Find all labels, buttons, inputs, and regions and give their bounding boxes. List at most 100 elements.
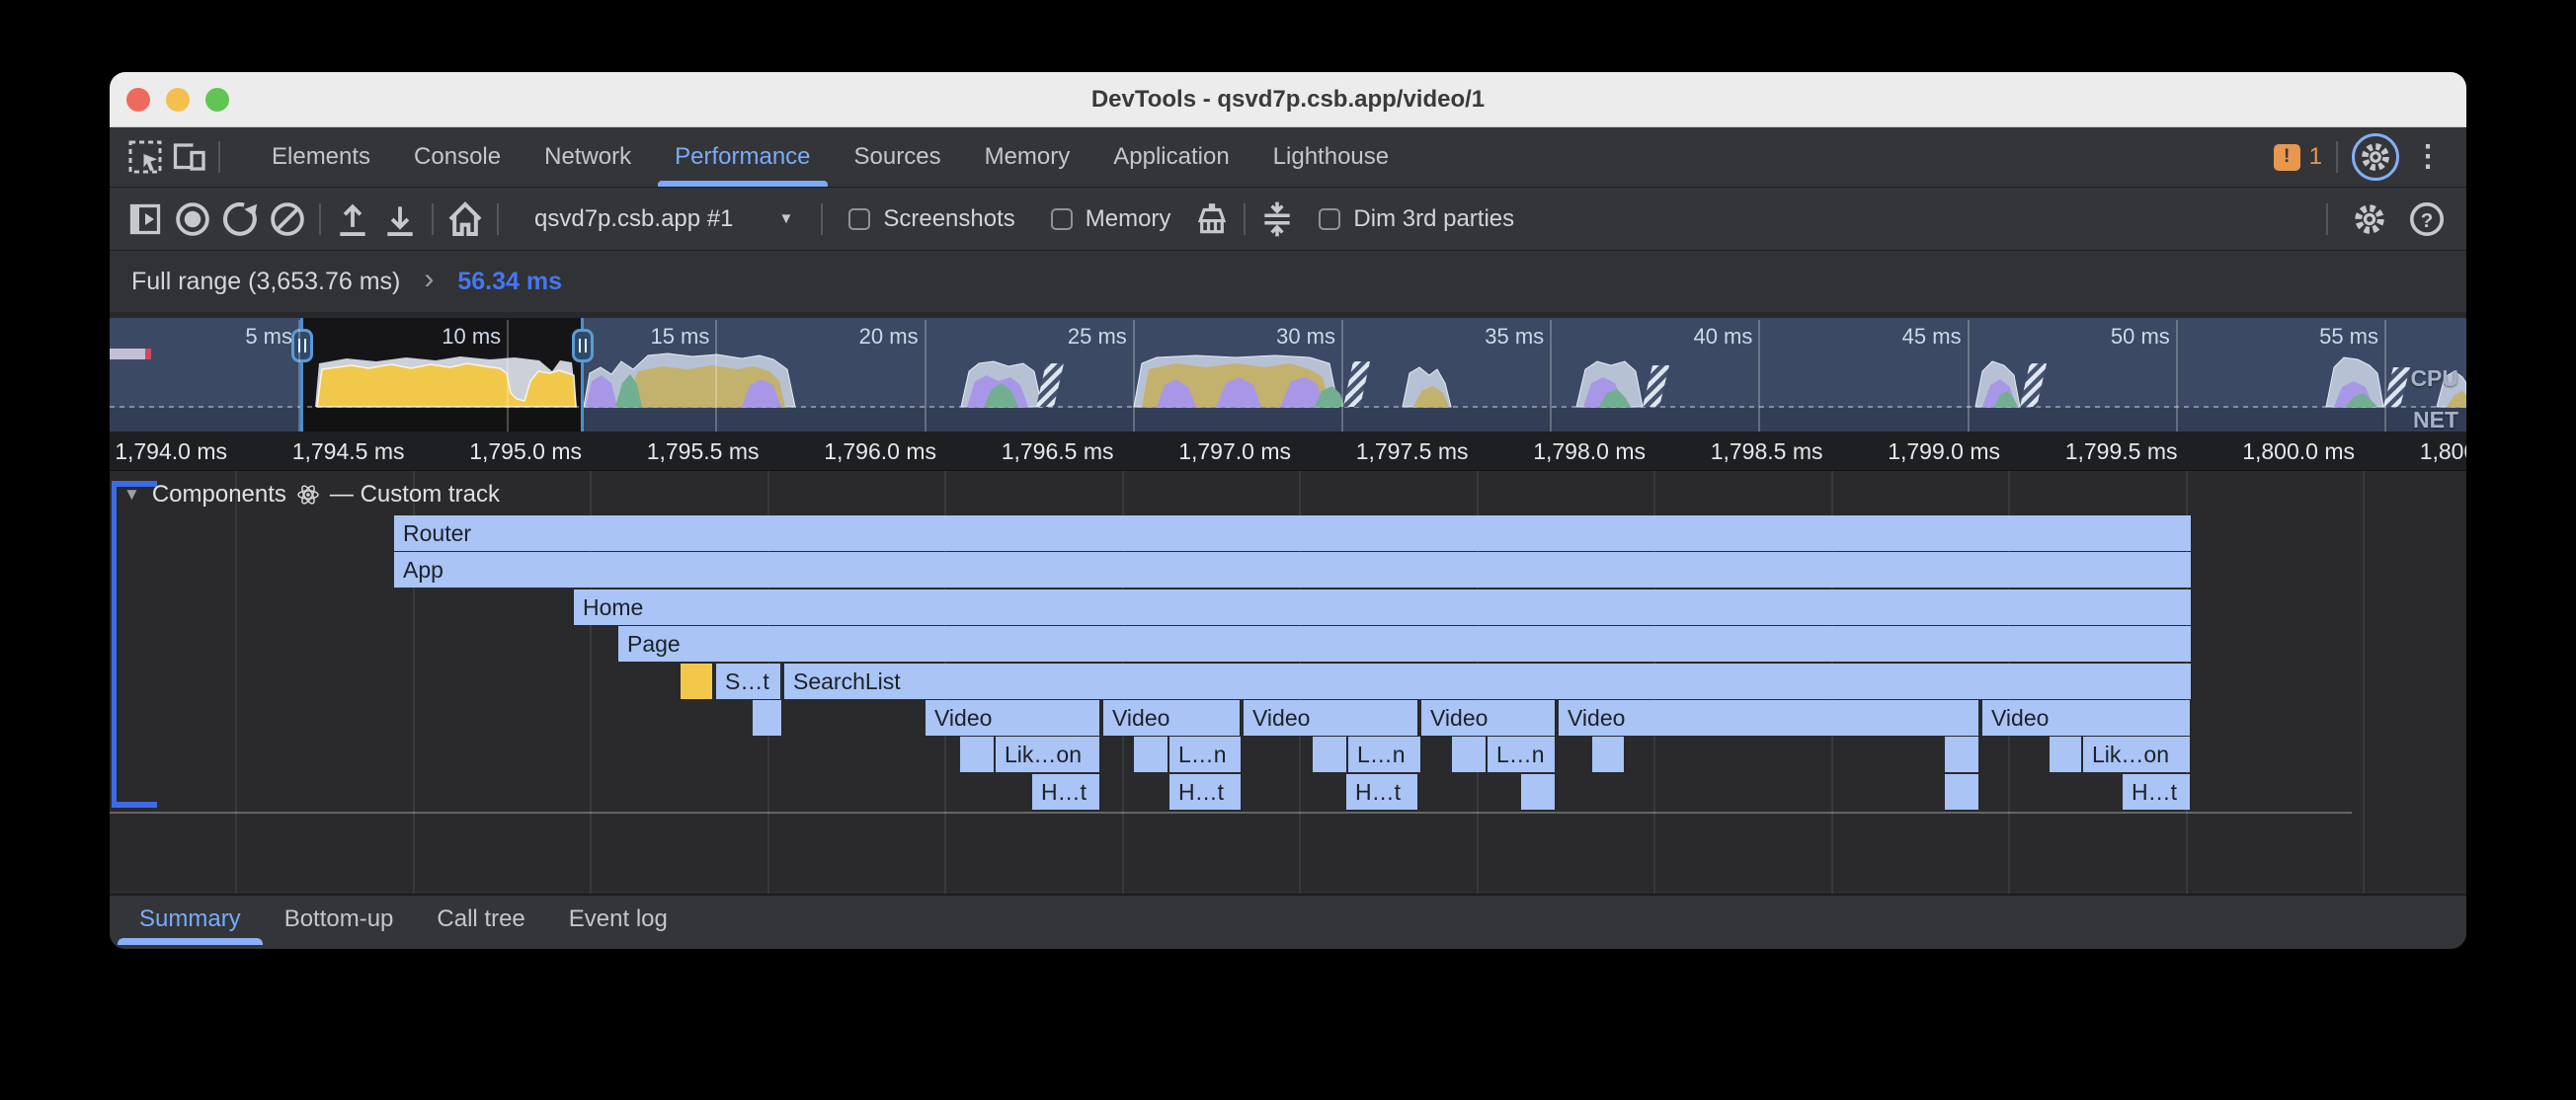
home-icon[interactable] xyxy=(442,196,489,243)
flame-bar-video[interactable]: Video xyxy=(1559,700,1980,736)
time-ruler-label: 1,798.0 ms xyxy=(1478,438,1646,465)
device-toolbar-icon[interactable] xyxy=(167,135,210,179)
flame-bar-l-n[interactable]: L…n xyxy=(1488,737,1557,772)
flame-bar-router[interactable]: Router xyxy=(394,515,2193,551)
cpu-label: CPU xyxy=(2410,365,2458,392)
settings-button[interactable] xyxy=(2352,133,2399,181)
collapse-sections-icon[interactable] xyxy=(1253,196,1301,243)
full-range-crumb[interactable]: Full range (3,653.76 ms) xyxy=(131,268,400,296)
flame-bar-h-t[interactable]: H…t xyxy=(1032,774,1101,810)
memory-checkbox[interactable] xyxy=(1051,208,1073,230)
flame-bar-app[interactable]: App xyxy=(394,552,2193,588)
devtools-window: DevTools - qsvd7p.csb.app/video/1 Elemen… xyxy=(110,72,2466,949)
toggle-sidebar-icon[interactable] xyxy=(121,196,169,243)
download-profile-icon[interactable] xyxy=(376,196,424,243)
tab-memory[interactable]: Memory xyxy=(963,127,1092,187)
close-window-button[interactable] xyxy=(126,88,150,112)
flame-bar-video[interactable]: Video xyxy=(1103,700,1242,736)
minimap-tick-label: 25 ms xyxy=(979,324,1127,350)
flame-bar[interactable] xyxy=(2050,737,2083,772)
time-ruler-label: 1,800.5 ms xyxy=(2365,438,2467,465)
time-ruler-label: 1,794.0 ms xyxy=(110,438,227,465)
flame-bar[interactable] xyxy=(960,737,996,772)
screenshots-toggle[interactable]: Screenshots xyxy=(831,205,1032,233)
flame-bar-video[interactable]: Video xyxy=(1244,700,1419,736)
tab-console[interactable]: Console xyxy=(392,127,523,187)
tab-network[interactable]: Network xyxy=(523,127,653,187)
inspect-element-icon[interactable] xyxy=(123,135,167,179)
bottom-tab-summary[interactable]: Summary xyxy=(118,896,263,943)
bottom-tab-bottom-up[interactable]: Bottom-up xyxy=(263,896,416,943)
screenshots-checkbox[interactable] xyxy=(848,208,870,230)
minimize-window-button[interactable] xyxy=(166,88,190,112)
upload-profile-icon[interactable] xyxy=(329,196,376,243)
help-icon[interactable]: ? xyxy=(2403,196,2451,243)
flame-bar[interactable] xyxy=(1313,737,1348,772)
minimap-tick-label: 35 ms xyxy=(1396,324,1544,350)
minimap-overview[interactable]: CPU NET 5 ms10 ms15 ms20 ms25 ms30 ms35 … xyxy=(110,312,2466,432)
minimap-gridline xyxy=(2176,320,2178,432)
titlebar: DevTools - qsvd7p.csb.app/video/1 xyxy=(110,72,2466,127)
zoom-window-button[interactable] xyxy=(205,88,229,112)
flame-bar[interactable] xyxy=(753,700,783,736)
svg-text:?: ? xyxy=(2421,208,2434,231)
time-ruler[interactable]: 1,794.0 ms1,794.5 ms1,795.0 ms1,795.5 ms… xyxy=(110,432,2466,471)
time-ruler-label: 1,794.5 ms xyxy=(237,438,405,465)
flame-bar[interactable] xyxy=(681,664,714,699)
custom-track-header[interactable]: ▼ Components — Custom track xyxy=(123,481,500,509)
dim-3rd-parties-checkbox[interactable] xyxy=(1319,208,1340,230)
flame-bar-home[interactable]: Home xyxy=(574,589,2193,625)
tab-lighthouse[interactable]: Lighthouse xyxy=(1251,127,1410,187)
minimap-gridline xyxy=(1341,320,1343,432)
network-request-tip xyxy=(145,349,151,359)
memory-toggle[interactable]: Memory xyxy=(1033,205,1189,233)
flame-bar-searchlist[interactable]: SearchList xyxy=(784,664,2193,699)
tab-performance[interactable]: Performance xyxy=(653,127,832,187)
target-selector[interactable]: qsvd7p.csb.app #1 ▼ xyxy=(507,205,813,233)
flame-gridline xyxy=(2363,471,2365,894)
panel-tabbar: ElementsConsoleNetworkPerformanceSources… xyxy=(110,127,2466,188)
flame-bar-video[interactable]: Video xyxy=(1982,700,2192,736)
time-ruler-label: 1,798.5 ms xyxy=(1655,438,1823,465)
flame-bar-lik-on[interactable]: Lik…on xyxy=(2083,737,2192,772)
bottom-tab-event-log[interactable]: Event log xyxy=(547,896,689,943)
expand-triangle-icon[interactable]: ▼ xyxy=(123,485,140,505)
selection-left-handle[interactable] xyxy=(291,329,313,362)
flame-bar-video[interactable]: Video xyxy=(926,700,1101,736)
flame-chart[interactable]: ▼ Components — Custom track RouterAppHom… xyxy=(110,471,2466,894)
flame-bar[interactable] xyxy=(1945,737,1980,772)
flame-bar[interactable] xyxy=(1521,774,1557,810)
flame-bar-page[interactable]: Page xyxy=(618,626,2193,662)
reload-record-icon[interactable] xyxy=(216,196,264,243)
flame-bar[interactable] xyxy=(1945,774,1980,810)
dim-3rd-parties-toggle[interactable]: Dim 3rd parties xyxy=(1301,205,1532,233)
performance-toolbar: qsvd7p.csb.app #1 ▼ Screenshots Memory xyxy=(110,188,2466,251)
tab-sources[interactable]: Sources xyxy=(833,127,963,187)
flame-bar[interactable] xyxy=(1592,737,1626,772)
clear-icon[interactable] xyxy=(264,196,311,243)
tab-elements[interactable]: Elements xyxy=(250,127,392,187)
flame-bar-h-t[interactable]: H…t xyxy=(1169,774,1243,810)
bottom-tab-call-tree[interactable]: Call tree xyxy=(415,896,546,943)
flame-bar-l-n[interactable]: L…n xyxy=(1169,737,1243,772)
time-ruler-label: 1,795.5 ms xyxy=(592,438,760,465)
chevron-icon: › xyxy=(424,263,434,296)
tab-application[interactable]: Application xyxy=(1091,127,1250,187)
flame-bar-h-t[interactable]: H…t xyxy=(2123,774,2192,810)
flame-bar-video[interactable]: Video xyxy=(1421,700,1557,736)
issues-counter[interactable]: ! 1 xyxy=(2274,143,2322,171)
flame-bar-l-n[interactable]: L…n xyxy=(1348,737,1422,772)
flame-bar[interactable] xyxy=(1452,737,1488,772)
more-options-icon[interactable]: ⋮ xyxy=(2413,142,2443,172)
flame-bar-lik-on[interactable]: Lik…on xyxy=(996,737,1101,772)
selected-range-crumb[interactable]: 56.34 ms xyxy=(457,268,562,296)
record-icon[interactable] xyxy=(169,196,216,243)
capture-settings-icon[interactable] xyxy=(2346,196,2393,243)
flame-bar-s-t[interactable]: S…t xyxy=(716,664,782,699)
flame-bar-h-t[interactable]: H…t xyxy=(1346,774,1419,810)
flame-bar[interactable] xyxy=(1134,737,1169,772)
collect-garbage-icon[interactable] xyxy=(1188,196,1236,243)
time-ruler-label: 1,799.5 ms xyxy=(2010,438,2178,465)
minimap-gridline xyxy=(925,320,926,432)
panel-tab-strip: ElementsConsoleNetworkPerformanceSources… xyxy=(250,127,1410,187)
